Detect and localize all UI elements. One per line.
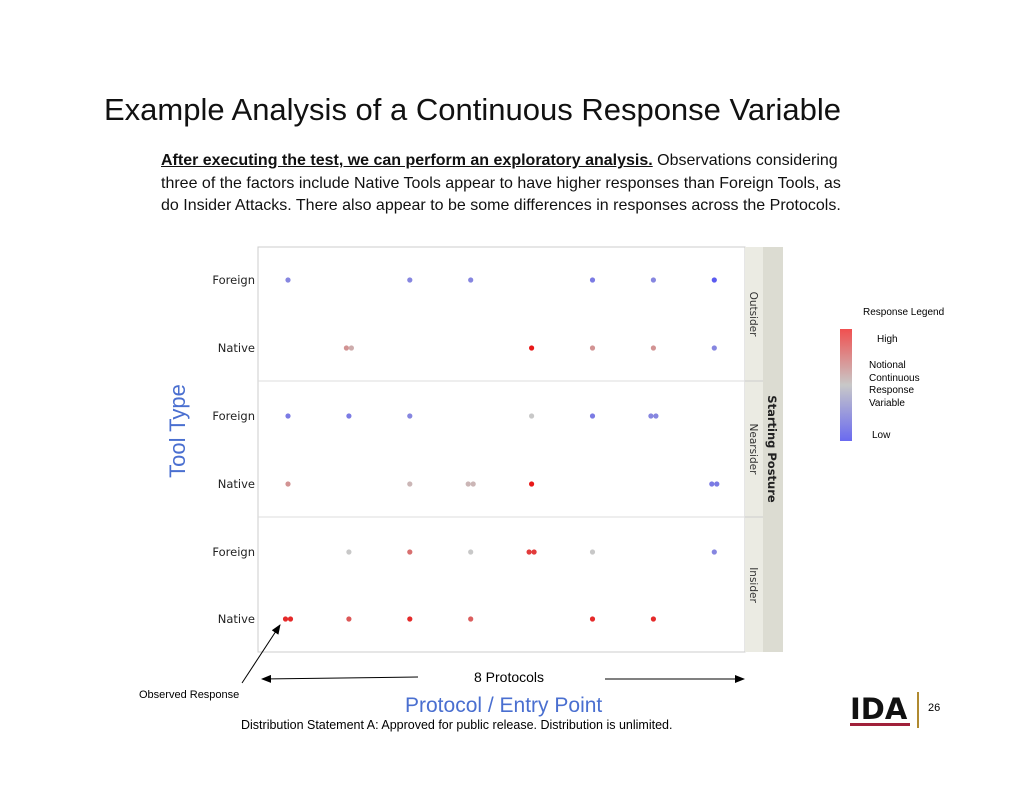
tool-type-tick-label: Native <box>218 341 255 355</box>
data-point <box>285 413 291 419</box>
x-axis-title: Protocol / Entry Point <box>405 694 603 717</box>
data-point <box>650 616 657 622</box>
data-point <box>465 481 471 487</box>
data-point <box>529 413 535 419</box>
distribution-statement: Distribution Statement A: Approved for p… <box>241 718 673 732</box>
tool-type-tick-label: Native <box>218 477 255 491</box>
protocols-annotation: 8 Protocols <box>474 669 545 685</box>
data-point <box>529 345 535 351</box>
data-point <box>407 481 413 487</box>
data-point <box>531 549 537 555</box>
data-point <box>526 549 532 555</box>
data-point <box>287 616 294 622</box>
data-point <box>589 413 596 419</box>
data-point <box>589 277 596 283</box>
data-point <box>468 277 474 283</box>
data-point <box>346 616 352 622</box>
data-point <box>709 481 715 487</box>
data-point <box>285 277 291 283</box>
protocol-arrow-left <box>261 674 419 683</box>
data-point <box>407 549 413 555</box>
data-point <box>468 549 474 555</box>
legend-middle: Notional Continuous Response Variable <box>869 360 920 409</box>
group-label-nearsider: Nearsider <box>747 424 759 476</box>
svg-text:IDA: IDA <box>850 692 908 726</box>
data-point <box>648 413 654 419</box>
observed-annotation: Observed Response <box>139 689 240 701</box>
group-title: Starting Posture <box>765 395 779 503</box>
tool-type-tick-label: Native <box>218 612 255 626</box>
data-point <box>346 549 352 555</box>
data-point <box>589 345 596 351</box>
data-point <box>407 616 413 622</box>
data-point <box>407 413 413 419</box>
data-point <box>589 616 596 622</box>
tool-type-tick-label: Foreign <box>212 545 255 559</box>
data-point <box>711 277 717 283</box>
legend-low: Low <box>872 430 891 441</box>
plot-frame <box>257 246 746 653</box>
group-label-outsider: Outsider <box>747 292 759 338</box>
legend-high: High <box>877 334 898 345</box>
data-point <box>529 481 535 487</box>
tool-type-tick-label: Foreign <box>212 273 255 287</box>
group-label-insider: Insider <box>747 567 759 603</box>
data-point <box>407 277 413 283</box>
data-point <box>650 277 657 283</box>
ida-logo: IDA <box>850 692 919 728</box>
legend-title: Response Legend <box>863 307 945 318</box>
page-number: 26 <box>928 702 941 714</box>
data-point <box>653 413 659 419</box>
data-point <box>346 413 352 419</box>
data-point <box>711 549 717 555</box>
data-point <box>470 481 476 487</box>
data-point <box>711 345 717 351</box>
data-point <box>348 345 354 351</box>
data-point <box>343 345 349 351</box>
legend-gradient <box>840 329 852 441</box>
data-point <box>282 616 289 622</box>
data-point <box>714 481 720 487</box>
slide: { "title":"Example Analysis of a Continu… <box>0 0 1024 791</box>
tool-type-tick-label: Foreign <box>212 409 255 423</box>
data-point <box>468 616 474 622</box>
data-point <box>650 345 657 351</box>
data-point <box>589 549 596 555</box>
data-point <box>285 481 291 487</box>
y-axis-title: Tool Type <box>165 384 190 478</box>
